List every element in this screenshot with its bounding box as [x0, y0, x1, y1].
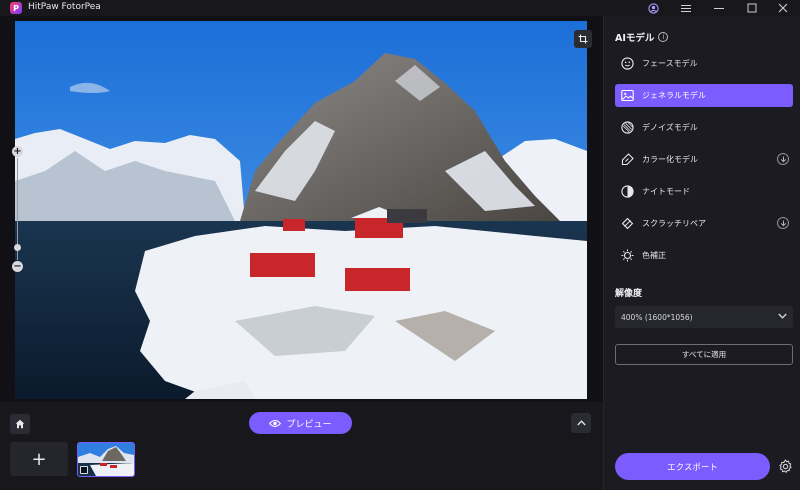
- model-denoise[interactable]: デノイズモデル: [615, 116, 793, 139]
- account-icon[interactable]: [638, 0, 668, 16]
- model-night-mode[interactable]: ナイトモード: [615, 180, 793, 203]
- download-icon[interactable]: [777, 217, 789, 229]
- home-button[interactable]: [10, 414, 30, 434]
- model-label: スクラッチリペア: [642, 219, 706, 228]
- crop-button[interactable]: [574, 30, 592, 48]
- apply-all-button[interactable]: すべてに適用: [615, 344, 793, 365]
- close-icon[interactable]: [768, 0, 798, 16]
- chevron-down-icon: [778, 312, 787, 321]
- image-thumbnail[interactable]: [77, 442, 135, 477]
- bottom-bar: プレビュー +: [0, 402, 603, 490]
- model-label: ジェネラルモデル: [642, 91, 706, 100]
- zoom-out-button[interactable]: −: [12, 261, 23, 272]
- add-image-button[interactable]: +: [10, 442, 68, 476]
- canvas-area: + −: [0, 16, 603, 402]
- model-face[interactable]: フェースモデル: [615, 52, 793, 75]
- model-color-correction[interactable]: 色補正: [615, 244, 793, 267]
- side-panel: AIモデル i フェースモデル ジェネラルモデル デノイズモデル カラー化モデル: [603, 16, 800, 490]
- model-label: デノイズモデル: [642, 123, 698, 132]
- model-label: ナイトモード: [642, 187, 690, 196]
- export-button[interactable]: エクスポート: [615, 453, 770, 480]
- eye-icon: [269, 419, 282, 427]
- title-bar: P HitPaw FotorPea: [0, 0, 800, 16]
- image-type-icon: [80, 466, 88, 474]
- ai-model-header: AIモデル i: [615, 30, 669, 44]
- face-icon: [621, 57, 634, 70]
- app-logo: P: [10, 2, 22, 14]
- model-general[interactable]: ジェネラルモデル: [615, 84, 793, 107]
- resolution-label: 解像度: [615, 289, 643, 299]
- resolution-value: 400% (1600*1056): [621, 312, 693, 322]
- night-mode-icon: [621, 185, 634, 198]
- collapse-thumbnails-button[interactable]: [571, 413, 591, 433]
- model-label: カラー化モデル: [642, 155, 698, 164]
- crop-icon: [578, 34, 588, 44]
- zoom-in-button[interactable]: +: [12, 146, 23, 157]
- app-title: HitPaw FotorPea: [28, 2, 101, 12]
- menu-icon[interactable]: [671, 0, 701, 16]
- colorize-icon: [621, 153, 634, 166]
- info-icon[interactable]: i: [658, 32, 669, 42]
- settings-button[interactable]: [776, 457, 794, 475]
- model-label: フェースモデル: [642, 59, 698, 68]
- model-scratch-repair[interactable]: スクラッチリペア: [615, 212, 793, 235]
- ai-model-title: AIモデル: [615, 33, 655, 44]
- download-icon[interactable]: [777, 153, 789, 165]
- maximize-icon[interactable]: [737, 0, 767, 16]
- model-colorize[interactable]: カラー化モデル: [615, 148, 793, 171]
- denoise-icon: [621, 121, 634, 134]
- scratch-repair-icon: [621, 217, 634, 230]
- home-icon: [15, 419, 25, 429]
- preview-button[interactable]: プレビュー: [249, 412, 352, 434]
- model-label: 色補正: [642, 251, 666, 260]
- minimize-icon[interactable]: [704, 0, 734, 16]
- chevron-up-icon: [576, 420, 586, 426]
- image-icon: [621, 89, 634, 102]
- gear-icon: [778, 458, 792, 473]
- color-correction-icon: [621, 249, 634, 262]
- resolution-select[interactable]: 400% (1600*1056): [615, 306, 793, 328]
- preview-image[interactable]: [15, 21, 587, 399]
- preview-label: プレビュー: [286, 419, 332, 430]
